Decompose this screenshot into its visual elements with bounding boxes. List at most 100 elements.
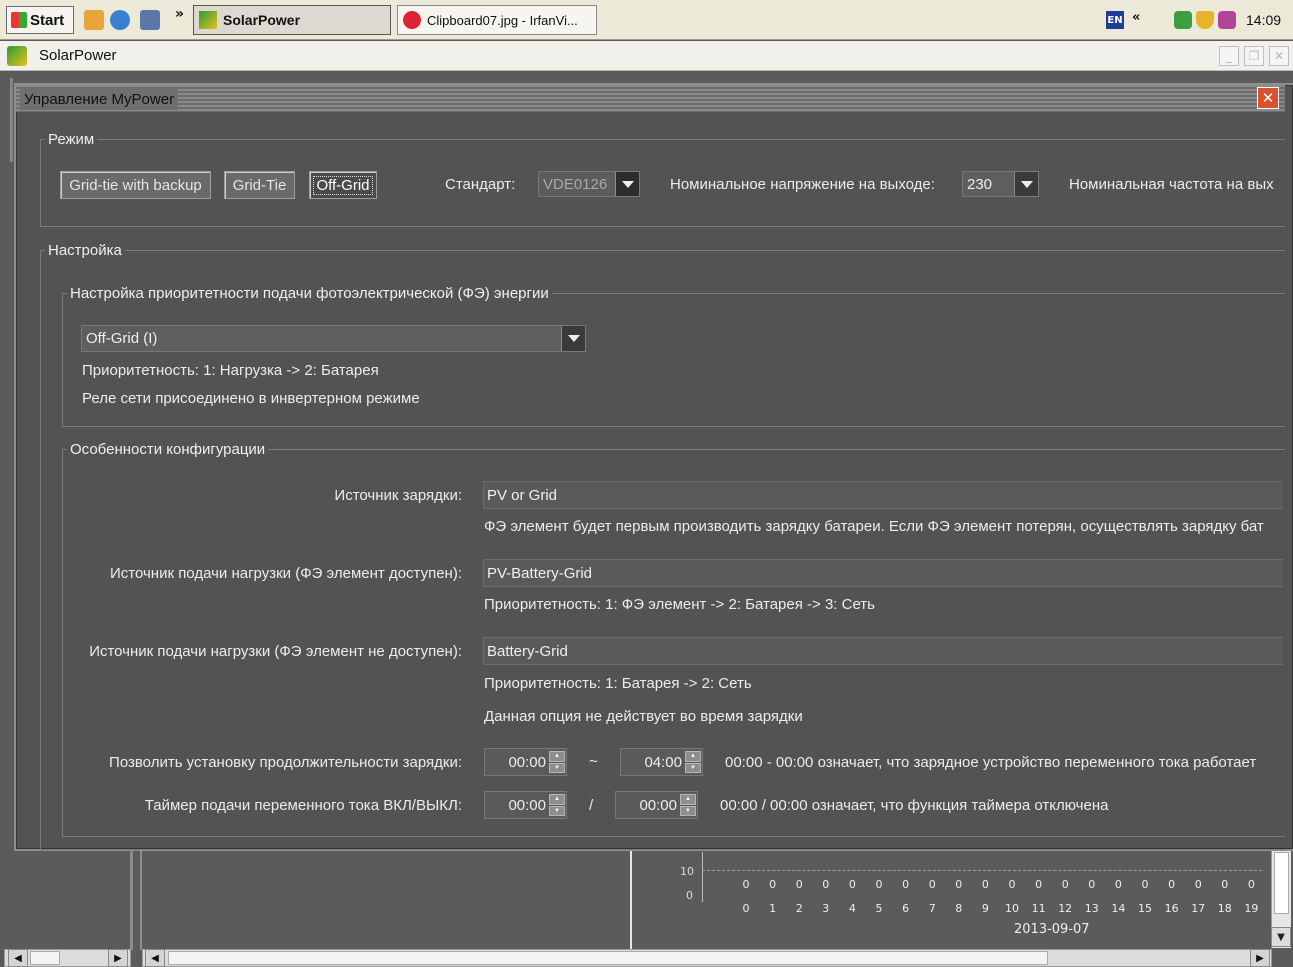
chart-value-label: 0	[822, 878, 830, 891]
charge-duration-note: 00:00 - 00:00 означает, что зарядное уст…	[725, 754, 1257, 771]
load-nopv-desc1: Приоритетность: 1: Батарея -> 2: Сеть	[484, 675, 752, 692]
load-nopv-field[interactable]: Battery-Grid	[483, 637, 1283, 665]
taskbar: Start » SolarPower Clipboard07.jpg - Irf…	[0, 0, 1293, 40]
spin-down-icon[interactable]: ▼	[549, 762, 565, 773]
ac-timer-separator: /	[589, 797, 594, 814]
chevron-down-icon[interactable]	[1014, 172, 1038, 196]
chart-hour-label: 1	[769, 902, 777, 915]
tray-app-icon[interactable]	[1218, 11, 1236, 29]
task-irfanview[interactable]: Clipboard07.jpg - IrfanVi...	[397, 5, 597, 35]
chart-value-label: 0	[795, 878, 803, 891]
minimize-button[interactable]: _	[1219, 46, 1239, 66]
charge-source-field[interactable]: PV or Grid	[483, 481, 1283, 509]
charge-duration-to-spinner[interactable]: 04:00 ▲ ▼	[620, 748, 703, 776]
start-label: Start	[30, 11, 65, 29]
background-divider	[140, 850, 142, 950]
chart-hour-label: 15	[1138, 902, 1152, 915]
spin-down-icon[interactable]: ▼	[549, 805, 565, 816]
start-button[interactable]: Start	[6, 6, 74, 34]
spin-down-icon[interactable]: ▼	[680, 805, 696, 816]
background-divider	[130, 850, 133, 950]
quicklaunch-tool-icon[interactable]	[140, 10, 160, 30]
windows-logo-icon	[11, 12, 27, 28]
grid-tie-with-backup-button[interactable]: Grid-tie with backup	[60, 171, 211, 199]
close-button[interactable]: ✕	[1269, 46, 1289, 66]
pv-priority-line2: Реле сети присоединено в инвертерном реж…	[82, 390, 420, 407]
left-scroll-thumb[interactable]	[30, 951, 60, 965]
voltage-value: 230	[967, 175, 993, 193]
chart-value-label: 0	[769, 878, 777, 891]
chart-value-label: 0	[1247, 878, 1255, 891]
chart-hour-label: 0	[742, 902, 750, 915]
main-scroll-thumb[interactable]	[168, 951, 1048, 965]
load-pv-field[interactable]: PV-Battery-Grid	[483, 559, 1283, 587]
load-pv-desc: Приоритетность: 1: ФЭ элемент -> 2: Бата…	[484, 596, 875, 613]
charge-source-desc: ФЭ элемент будет первым производить заря…	[484, 518, 1264, 535]
charge-duration-from-spinner[interactable]: 00:00 ▲ ▼	[484, 748, 567, 776]
chart-hour-label: 3	[822, 902, 830, 915]
scroll-right-arrow[interactable]: ▶	[1250, 949, 1270, 967]
charge-duration-separator: ~	[589, 753, 598, 770]
load-nopv-label: Источник подачи нагрузки (ФЭ элемент не …	[89, 643, 462, 660]
task-solarpower[interactable]: SolarPower	[193, 5, 391, 35]
tray-expand-chevron[interactable]: «	[1132, 10, 1140, 25]
spin-up-icon[interactable]: ▲	[680, 794, 696, 805]
chart-hour-label: 5	[875, 902, 883, 915]
spin-up-icon[interactable]: ▲	[549, 794, 565, 805]
scroll-left-arrow[interactable]: ◀	[8, 949, 28, 967]
mode-legend: Режим	[45, 131, 98, 148]
chart-value-label: 0	[1088, 878, 1096, 891]
quicklaunch-app-icon[interactable]	[84, 10, 104, 30]
quicklaunch-more-chevron[interactable]: »	[175, 6, 184, 22]
tray-shield-icon[interactable]	[1196, 11, 1214, 29]
voltage-select[interactable]: 230	[962, 171, 1039, 197]
dialog-title: Управление MyPower	[20, 88, 179, 110]
standard-select[interactable]: VDE0126	[538, 171, 640, 197]
grid-tie-button[interactable]: Grid-Tie	[224, 171, 295, 199]
chart-hour-label: 2	[795, 902, 803, 915]
dialog-close-button[interactable]: ✕	[1257, 87, 1279, 109]
chart-hour-label: 13	[1084, 902, 1099, 915]
background-chart: 10 0 00000000000000000000 0 1 2 3 4 5 6 7 8 9 10 11…	[632, 850, 1272, 948]
ac-timer-on-spinner[interactable]: 00:00 ▲ ▼	[484, 791, 567, 819]
chart-value-label: 0	[742, 878, 750, 891]
pv-priority-value: Off-Grid (I)	[86, 330, 158, 347]
pv-priority-line1: Приоритетность: 1: Нагрузка -> 2: Батаре…	[82, 362, 379, 379]
chart-hour-label: 16	[1164, 902, 1179, 915]
chart-y-label: 0	[686, 889, 693, 902]
scroll-left-arrow[interactable]: ◀	[145, 949, 165, 967]
pv-priority-select[interactable]: Off-Grid (I)	[81, 325, 586, 352]
scroll-down-arrow[interactable]: ▼	[1271, 927, 1291, 947]
tray-network-icon[interactable]	[1174, 11, 1192, 29]
language-indicator[interactable]: EN	[1106, 11, 1124, 29]
charge-duration-to-value: 04:00	[644, 753, 682, 771]
chevron-down-icon[interactable]	[561, 326, 585, 351]
scroll-right-arrow[interactable]: ▶	[108, 949, 128, 967]
chart-value-label: 0	[1114, 878, 1122, 891]
chevron-down-icon[interactable]	[615, 172, 639, 196]
off-grid-button[interactable]: Off-Grid	[309, 171, 377, 199]
spin-down-icon[interactable]: ▼	[685, 762, 701, 773]
chart-value-label: 0	[1221, 878, 1229, 891]
voltage-label: Номинальное напряжение на выходе:	[670, 176, 935, 193]
chart-hour-label: 12	[1058, 902, 1073, 915]
spin-up-icon[interactable]: ▲	[549, 751, 565, 762]
charge-duration-label: Позволить установку продолжительности за…	[109, 754, 462, 771]
ac-timer-on-value: 00:00	[508, 796, 546, 814]
charge-duration-from-value: 00:00	[508, 753, 546, 771]
chart-date-label: 2013-09-07	[1014, 922, 1090, 937]
chart-value-label: 0	[1008, 878, 1016, 891]
vertical-scroll-thumb[interactable]	[1274, 852, 1289, 914]
config-legend: Особенности конфигурации	[67, 441, 269, 458]
irfanview-icon	[403, 11, 421, 29]
chart-value-label: 0	[928, 878, 936, 891]
chart-value-label: 0	[1141, 878, 1149, 891]
ac-timer-off-spinner[interactable]: 00:00 ▲ ▼	[615, 791, 698, 819]
spin-up-icon[interactable]: ▲	[685, 751, 701, 762]
restore-button[interactable]: ❐	[1244, 46, 1264, 66]
chart-hour-label: 9	[981, 902, 989, 915]
internet-explorer-icon[interactable]	[110, 10, 130, 30]
chart-value-label: 0	[875, 878, 883, 891]
chart-hour-label: 6	[902, 902, 910, 915]
chart-y-label: 10	[680, 865, 694, 878]
